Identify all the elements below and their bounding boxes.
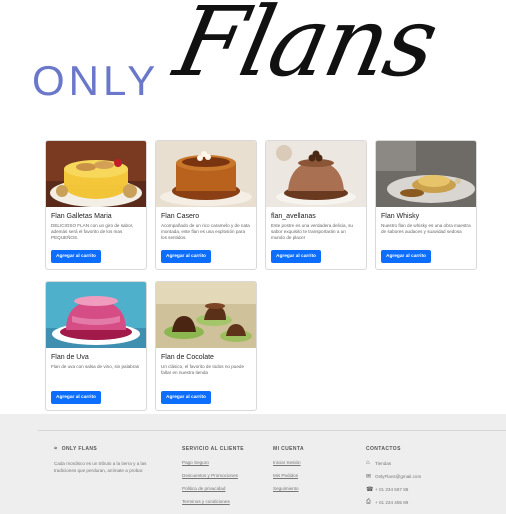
product-description: Acompañado de un rico caramelo y de nata… xyxy=(161,223,250,241)
logo-prefix: ONLY xyxy=(32,57,160,104)
product-description: Un clásico, el favorito de todos no pued… xyxy=(161,364,244,376)
footer-about-heading: ≈ ONLY FLANS xyxy=(54,446,156,452)
product-description: Este postre es una verdadera delicia, su… xyxy=(271,223,353,241)
add-to-cart-button[interactable]: Agregar al carrito xyxy=(381,250,431,263)
contact-text: + 01 234 455 89 xyxy=(375,499,409,505)
flan-casero-photo xyxy=(156,141,256,207)
logo-name: Flans xyxy=(166,0,446,98)
product-description: Flan de uva con salsa de vino, sin palab… xyxy=(51,364,140,369)
add-to-cart-button[interactable]: Agregar al carrito xyxy=(51,250,101,263)
flan-de-chocolate-photo xyxy=(156,282,256,348)
phone-icon: ☎ xyxy=(366,486,374,493)
footer-service: SERVICIO AL CLIENTE Pago Seguro Descuent… xyxy=(182,446,244,512)
product-card: Flan de Cocolate Un clásico, el favorito… xyxy=(155,281,257,411)
footer-divider xyxy=(38,430,506,431)
product-title: Flan Casero xyxy=(161,213,200,220)
printer-icon: ⎙ xyxy=(366,498,371,505)
brand-logo: ONLY Flans xyxy=(0,0,506,122)
product-title: Flan Galletas Maria xyxy=(51,213,112,220)
footer-link-mis-pedidos[interactable]: Mis Pedidos xyxy=(273,473,304,478)
envelope-icon: ✉ xyxy=(366,473,372,480)
flan-galletas-maria-photo xyxy=(46,141,146,207)
footer-about: ≈ ONLY FLANS Cada mordisco es un tributo … xyxy=(54,446,156,474)
add-to-cart-button[interactable]: Agregar al carrito xyxy=(51,391,101,404)
product-card: flan_avellanas Este postre es una verdad… xyxy=(265,140,367,270)
footer-link-privacidad[interactable]: Politica de privacidad xyxy=(182,486,244,491)
product-title: flan_avellanas xyxy=(271,213,316,220)
footer-link-terminos[interactable]: Terminos y condiciones xyxy=(182,499,244,504)
footer-link-descuentos[interactable]: Descuentos y Promociones xyxy=(182,473,244,478)
contact-item: ⌂ Tiendas xyxy=(366,460,421,466)
contact-text: + 01 234 567 88 xyxy=(375,486,409,492)
wifi-icon: ≈ xyxy=(54,446,58,452)
footer-link-pago-seguro[interactable]: Pago Seguro xyxy=(182,460,244,465)
footer-about-text: Cada mordisco es un tributo a la tierra … xyxy=(54,461,147,473)
product-title: Flan de Uva xyxy=(51,354,89,361)
product-card: Flan Whisky Nuestro flan de whisky es un… xyxy=(375,140,477,270)
product-description: Nuestro flan de whisky es una obra maest… xyxy=(381,223,471,235)
add-to-cart-button[interactable]: Agregar al carrito xyxy=(271,250,321,263)
product-title: Flan de Cocolate xyxy=(161,354,214,361)
product-card: Flan de Uva Flan de uva con salsa de vin… xyxy=(45,281,147,411)
flan-de-uva-photo xyxy=(46,282,146,348)
footer-contact: CONTACTOS ⌂ Tiendas ✉ OnlyFlans@gmail.co… xyxy=(366,446,421,512)
contact-item: ☎ + 01 234 567 88 xyxy=(366,486,421,493)
flan-whisky-photo xyxy=(376,141,476,207)
site-footer: ≈ ONLY FLANS Cada mordisco es un tributo … xyxy=(0,414,506,514)
footer-link-iniciar-sesion[interactable]: Iniciar Sesión xyxy=(273,460,304,465)
product-title: Flan Whisky xyxy=(381,213,420,220)
contact-text: Tiendas xyxy=(375,460,392,466)
footer-account-heading: MI CUENTA xyxy=(273,446,305,452)
add-to-cart-button[interactable]: Agregar al carrito xyxy=(161,250,211,263)
footer-contact-heading: CONTACTOS xyxy=(366,446,401,452)
footer-service-heading: SERVICIO AL CLIENTE xyxy=(182,446,244,452)
footer-about-title: ONLY FLANS xyxy=(61,446,98,452)
contact-item: ⎙ + 01 234 455 89 xyxy=(366,499,421,505)
flan-avellanas-photo xyxy=(266,141,366,207)
footer-account: MI CUENTA Iniciar Sesión Mis Pedidos Seg… xyxy=(273,446,304,499)
home-icon: ⌂ xyxy=(366,460,370,466)
contact-item: ✉ OnlyFlans@gmail.com xyxy=(366,473,422,480)
add-to-cart-button[interactable]: Agregar al carrito xyxy=(161,391,211,404)
contact-text: OnlyFlans@gmail.com xyxy=(375,473,422,479)
product-card: Flan Casero Acompañado de un rico carame… xyxy=(155,140,257,270)
footer-link-seguimiento[interactable]: Seguimiento xyxy=(273,486,304,491)
product-card: Flan Galletas Maria DELICIOSO FLAN con u… xyxy=(45,140,147,270)
product-description: DELICIOSO FLAN con un giro de sabor, ade… xyxy=(51,223,134,241)
